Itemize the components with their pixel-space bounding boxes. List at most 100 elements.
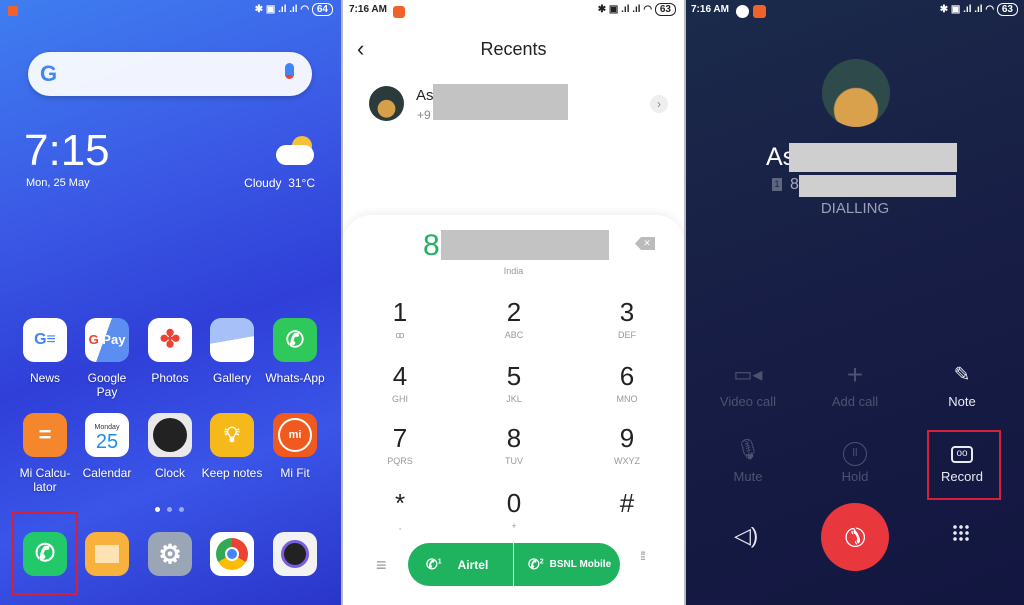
sim2-label: BSNL Mobile (549, 559, 612, 570)
clock-icon (148, 413, 192, 457)
battery-level: 64 (311, 3, 333, 16)
caller-avatar (822, 59, 890, 127)
battery-level: 63 (654, 3, 676, 16)
weather-info[interactable]: Cloudy 31°C (244, 176, 315, 190)
call-sim2-button[interactable]: ✆2 BSNL Mobile (514, 543, 620, 586)
key-digit: 9 (619, 423, 635, 453)
app-clock[interactable]: Clock (139, 413, 201, 480)
hold-icon: ll (810, 437, 900, 466)
action-label: Hold (841, 469, 869, 484)
app-label: Keep notes (201, 466, 263, 480)
key-3[interactable]: 3 DEF (587, 298, 667, 340)
chrome-icon (210, 532, 254, 576)
speaker-icon[interactable]: ◁) (734, 523, 758, 549)
clock-date: Mon, 25 May (26, 177, 90, 189)
add-call-button[interactable]: + Add call (810, 361, 900, 410)
key-1[interactable]: 1ꝏ (360, 298, 440, 341)
key-letters: ꝏ (395, 330, 405, 340)
notification-icon (8, 6, 18, 16)
app-gallery[interactable]: Gallery (201, 318, 263, 385)
keypad-icon[interactable] (952, 524, 970, 542)
key-5[interactable]: 5 JKL (474, 362, 554, 404)
key-8[interactable]: 8 TUV (474, 424, 554, 466)
app-photos[interactable]: ✤ Photos (139, 318, 201, 385)
google-logo-icon: G (40, 61, 58, 86)
end-call-icon: ✆ (836, 518, 874, 556)
status-time: 7:16 AM (691, 4, 729, 15)
key-star[interactable]: *, (360, 489, 440, 531)
key-letters: WXYZ (614, 456, 640, 466)
mute-button[interactable]: 🎙︎ Mute (703, 437, 793, 484)
app-mi-fit[interactable]: mi Mi Fit (264, 413, 326, 480)
app-news[interactable]: G≡ News (14, 318, 76, 385)
status-bar: ✱ ▣ .ıl .ıl ◠ 63 (939, 3, 1018, 16)
status-icons: ✱ ▣ .ıl .ıl ◠ (597, 4, 655, 15)
weather-condition: Cloudy (244, 176, 282, 190)
dock-settings[interactable]: ⚙ (139, 532, 201, 585)
key-6[interactable]: 6 MNO (587, 362, 667, 404)
menu-icon[interactable]: ≡ (376, 555, 387, 576)
weather-cloud-icon (276, 136, 316, 166)
app-whatsapp[interactable]: ✆ Whats-App (264, 318, 326, 385)
app-keep-notes[interactable]: 💡︎ Keep notes (201, 413, 263, 480)
dock-chrome[interactable] (201, 532, 263, 585)
app-label: Gallery (212, 371, 251, 385)
calendar-icon: Monday 25 (85, 413, 129, 457)
page-indicator[interactable] (155, 507, 184, 512)
hold-button[interactable]: ll Hold (810, 437, 900, 484)
status-icons: ✱ ▣ .ıl .ıl ◠ (939, 4, 997, 15)
notification-icon (393, 6, 405, 18)
mi-fit-logo: mi (278, 418, 312, 452)
backspace-icon[interactable]: ✕ (635, 237, 655, 250)
microphone-icon[interactable] (285, 63, 294, 79)
battery-level: 63 (996, 3, 1018, 16)
contact-avatar (369, 86, 404, 121)
call-screen: 7:16 AM ✱ ▣ .ıl .ıl ◠ 63 As 1 8 DIALLING… (686, 0, 1024, 605)
dock-messages[interactable] (76, 532, 138, 585)
call-sim1-button[interactable]: ✆1 Airtel (408, 543, 514, 586)
video-call-icon: ▭◂ (733, 364, 763, 386)
key-0[interactable]: 0 + (474, 489, 554, 531)
video-call-button[interactable]: ▭◂ Video call (703, 362, 793, 409)
contact-name: As (416, 87, 434, 104)
key-digit: # (619, 488, 635, 518)
caller-number: 8 (790, 176, 799, 193)
action-label: Mute (733, 469, 763, 484)
end-call-button[interactable]: ✆ (821, 503, 889, 571)
app-label: News (29, 371, 60, 385)
sim1-label: Airtel (457, 557, 489, 572)
key-2[interactable]: 2 ABC (474, 298, 554, 340)
sim-slot: 1 (437, 558, 442, 566)
record-highlight-box (927, 430, 1001, 500)
note-button[interactable]: ✎ Note (917, 362, 1007, 409)
app-calendar[interactable]: Monday 25 Calendar (76, 413, 138, 480)
key-letters: ABC (504, 330, 524, 340)
key-digit: 6 (619, 361, 635, 391)
key-letters: DEF (618, 330, 636, 340)
google-news-icon: G≡ (23, 318, 67, 362)
dock-camera[interactable] (264, 532, 326, 585)
status-icons: ✱ ▣ .ıl .ıl ◠ (254, 4, 312, 15)
key-digit: * (394, 488, 406, 518)
app-google-pay[interactable]: G Pay Google Pay (76, 318, 138, 399)
dialer-screen: 7:16 AM ✱ ▣ .ıl .ıl ◠ 63 ‹ Recents As +9… (343, 0, 684, 605)
country-label: India (503, 266, 524, 276)
google-search-bar[interactable]: G (28, 52, 312, 96)
dialed-number[interactable]: 8 (423, 229, 440, 263)
key-7[interactable]: 7 PQRS (360, 424, 440, 466)
chevron-right-icon[interactable]: › (650, 95, 668, 113)
key-4[interactable]: 4 GHI (360, 362, 440, 404)
redacted-number (441, 230, 609, 260)
clock-time[interactable]: 7:15 (24, 126, 110, 176)
status-time: 7:16 AM (349, 4, 387, 15)
status-bar: ✱ ▣ .ıl .ıl ◠ 64 (254, 3, 333, 16)
key-letters: GHI (391, 394, 408, 404)
app-mi-calculator[interactable]: = Mi Calcu-lator (14, 413, 76, 494)
key-hash[interactable]: # (587, 489, 667, 521)
app-label: Google Pay (87, 371, 127, 399)
key-digit: 0 (506, 488, 522, 518)
keypad-toggle-icon[interactable]: ⁞⁞⁞ (640, 550, 646, 562)
key-digit: 7 (392, 423, 408, 453)
app-label: Mi Calcu-lator (19, 466, 71, 494)
key-9[interactable]: 9 WXYZ (587, 424, 667, 466)
